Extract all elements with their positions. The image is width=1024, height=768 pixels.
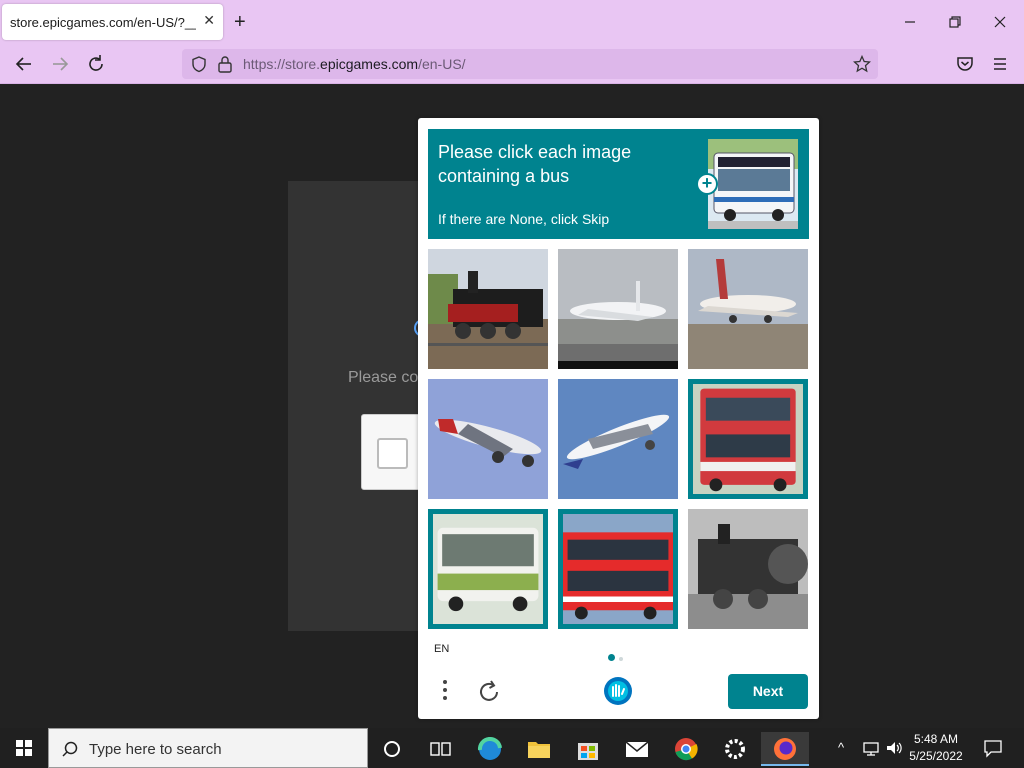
mail-icon[interactable] bbox=[613, 732, 661, 766]
captcha-challenge: Please click each image containing a bus… bbox=[418, 118, 819, 719]
back-icon[interactable] bbox=[12, 52, 36, 76]
image-grid bbox=[428, 249, 809, 629]
hcaptcha-logo-icon bbox=[601, 674, 635, 708]
forward-icon[interactable] bbox=[48, 52, 72, 76]
system-clock[interactable]: 5:48 AM 5/25/2022 bbox=[904, 731, 968, 765]
page-indicator bbox=[608, 648, 627, 666]
grid-tile-1[interactable] bbox=[428, 249, 548, 369]
url-text[interactable]: https://store.epicgames.com/en-US/ bbox=[243, 56, 466, 72]
captcha-checkbox[interactable] bbox=[377, 438, 408, 469]
restore-icon[interactable] bbox=[945, 12, 965, 32]
grid-tile-4[interactable] bbox=[428, 379, 548, 499]
grid-tile-9[interactable] bbox=[688, 509, 808, 629]
tab-title: store.epicgames.com/en-US/?__cf_ bbox=[10, 15, 196, 30]
file-explorer-icon[interactable] bbox=[515, 732, 563, 766]
example-image[interactable] bbox=[708, 139, 798, 229]
captcha-prompt: Please click each image containing a bus… bbox=[428, 129, 809, 239]
chrome-icon[interactable] bbox=[662, 732, 710, 766]
reload-icon[interactable] bbox=[84, 52, 108, 76]
show-hidden-icons-icon[interactable]: ^ bbox=[838, 740, 844, 755]
lock-icon[interactable] bbox=[217, 55, 233, 73]
url-suffix: /en-US/ bbox=[418, 56, 466, 72]
cortana-icon[interactable] bbox=[368, 732, 416, 766]
verification-text: Please co bbox=[348, 369, 419, 386]
clock-time: 5:48 AM bbox=[913, 732, 959, 746]
pocket-icon[interactable] bbox=[953, 52, 977, 76]
expand-example-icon[interactable]: + bbox=[696, 173, 718, 195]
network-icon[interactable] bbox=[862, 739, 880, 757]
browser-tab[interactable]: store.epicgames.com/en-US/?__cf_ ✕ bbox=[2, 4, 223, 40]
url-domain: epicgames.com bbox=[320, 56, 419, 72]
grid-tile-3[interactable] bbox=[688, 249, 808, 369]
page-dot bbox=[619, 657, 623, 661]
task-view-icon[interactable] bbox=[416, 732, 464, 766]
edge-icon[interactable] bbox=[466, 732, 514, 766]
close-icon[interactable] bbox=[990, 12, 1010, 32]
url-prefix: https://store. bbox=[243, 56, 321, 72]
grid-tile-6-selected[interactable] bbox=[688, 379, 808, 499]
shield-icon[interactable] bbox=[190, 55, 208, 73]
settings-icon[interactable] bbox=[711, 732, 759, 766]
search-placeholder: Type here to search bbox=[89, 741, 222, 758]
taskbar-search[interactable]: Type here to search bbox=[48, 728, 368, 768]
prompt-subtext: If there are None, click Skip bbox=[438, 211, 610, 227]
refresh-challenge-icon[interactable] bbox=[476, 678, 504, 706]
grid-tile-7-selected[interactable] bbox=[428, 509, 548, 629]
store-icon[interactable] bbox=[564, 732, 612, 766]
page-dot-active bbox=[608, 654, 615, 661]
volume-icon[interactable] bbox=[885, 739, 903, 757]
taskbar: Type here to search ^ 5:48 AM 5/25/2022 bbox=[0, 728, 1024, 768]
next-button[interactable]: Next bbox=[728, 674, 808, 709]
browser-titlebar: store.epicgames.com/en-US/?__cf_ ✕ + bbox=[0, 0, 1024, 44]
windows-start-icon[interactable] bbox=[0, 728, 48, 768]
minimize-icon[interactable] bbox=[900, 12, 920, 32]
firefox-icon[interactable] bbox=[761, 732, 809, 766]
search-icon bbox=[62, 741, 78, 757]
hamburger-menu-icon[interactable] bbox=[988, 52, 1012, 76]
more-options-icon[interactable] bbox=[438, 676, 452, 706]
url-bar[interactable]: https://store.epicgames.com/en-US/ bbox=[182, 49, 878, 79]
language-selector[interactable]: EN bbox=[434, 643, 449, 655]
prompt-text: Please click each image containing a bus bbox=[438, 142, 632, 186]
grid-tile-2[interactable] bbox=[558, 249, 678, 369]
grid-tile-8-selected[interactable] bbox=[558, 509, 678, 629]
browser-navbar: https://store.epicgames.com/en-US/ bbox=[0, 44, 1024, 84]
notification-icon[interactable] bbox=[983, 738, 1003, 758]
new-tab-icon[interactable]: + bbox=[234, 10, 246, 34]
clock-date: 5/25/2022 bbox=[909, 749, 963, 763]
grid-tile-5[interactable] bbox=[558, 379, 678, 499]
tab-close-icon[interactable]: ✕ bbox=[203, 12, 215, 29]
bookmark-star-icon[interactable] bbox=[853, 55, 871, 73]
